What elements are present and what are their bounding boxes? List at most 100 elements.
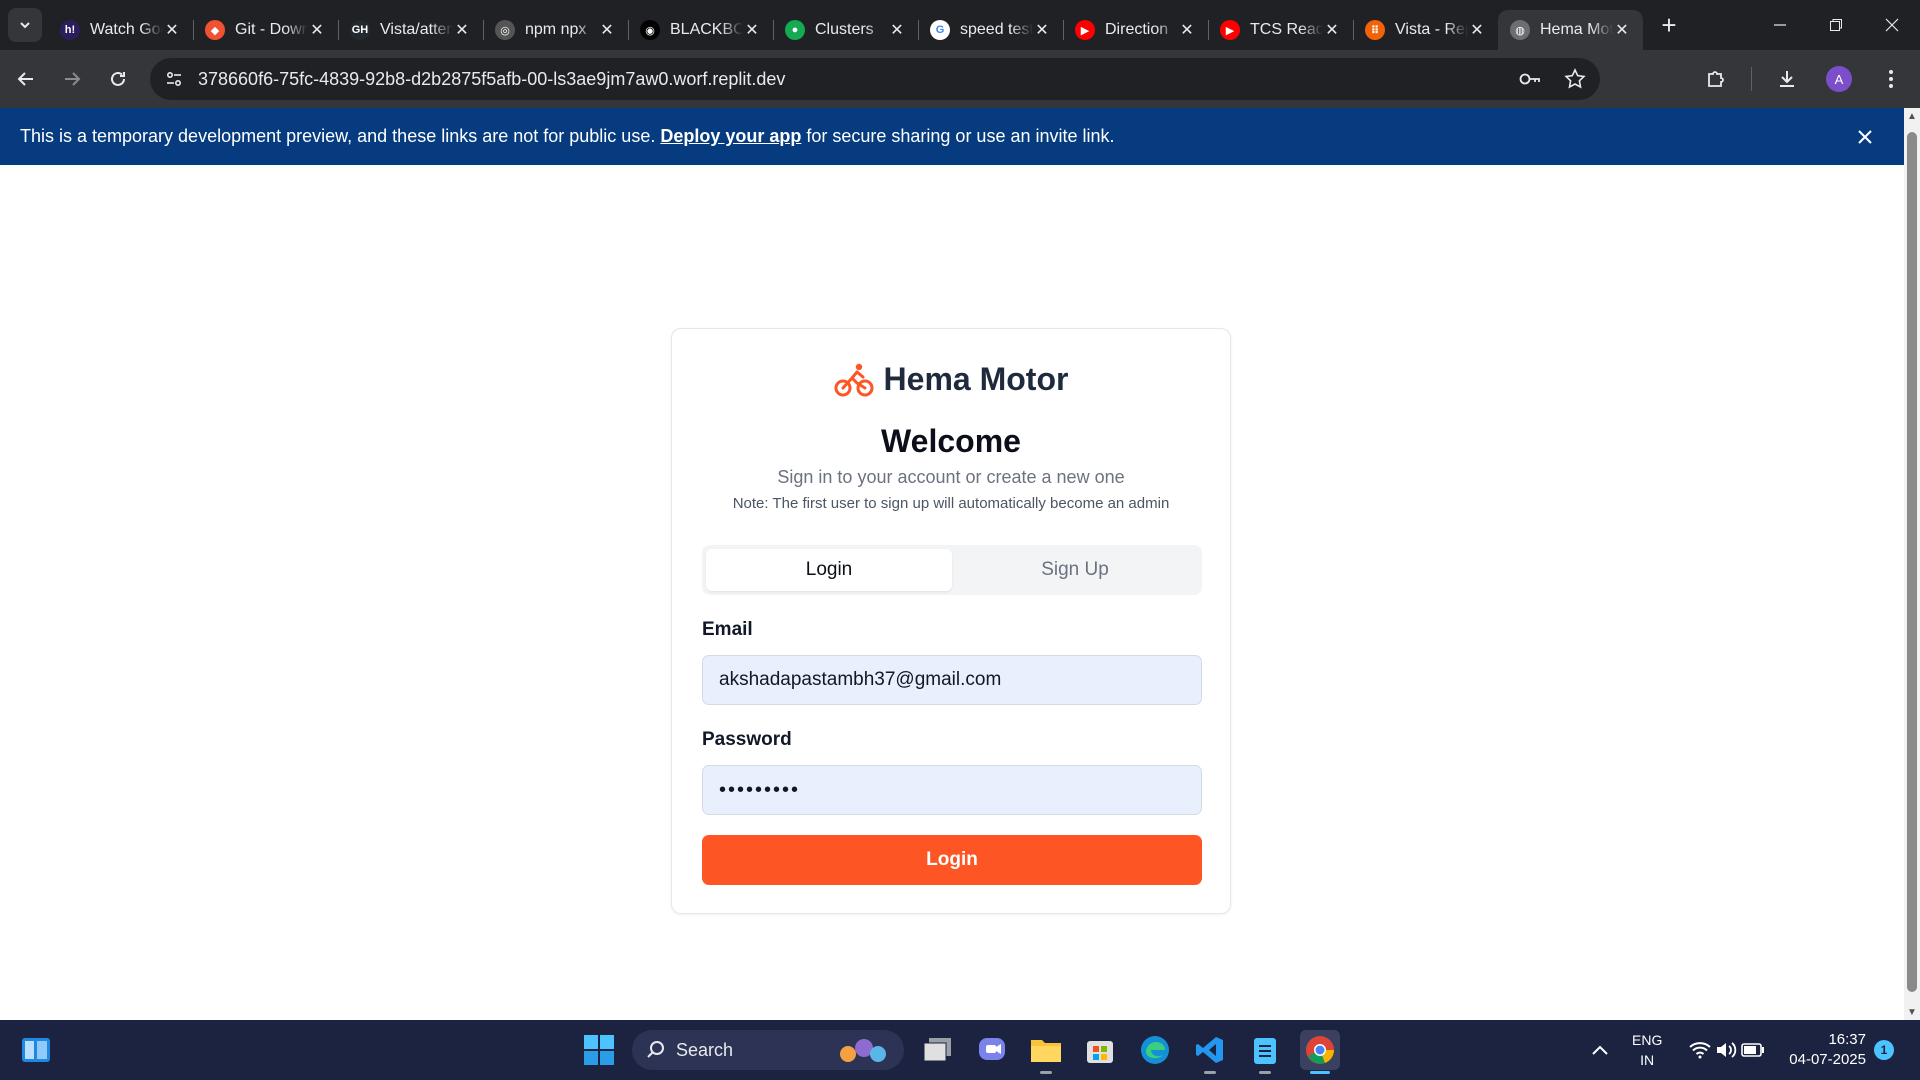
restore-button[interactable] — [1808, 0, 1864, 50]
tab-close-icon[interactable]: ✕ — [453, 21, 471, 39]
microsoft-store-app[interactable] — [1080, 1030, 1120, 1070]
teams-app[interactable] — [972, 1030, 1012, 1070]
scroll-thumb[interactable] — [1907, 132, 1917, 992]
tab-close-icon[interactable]: ✕ — [163, 21, 181, 39]
reload-icon — [111, 71, 125, 86]
extensions-button[interactable] — [1699, 62, 1733, 96]
tab-close-icon[interactable]: ✕ — [1323, 21, 1341, 39]
password-field[interactable]: ••••••••• — [702, 765, 1202, 815]
tab-close-icon[interactable]: ✕ — [888, 21, 906, 39]
tray-overflow-button[interactable] — [1580, 1030, 1620, 1070]
tab-close-icon[interactable]: ✕ — [743, 21, 761, 39]
tab-favicon-icon: ▶ — [1220, 20, 1240, 40]
password-key-icon[interactable] — [1518, 69, 1542, 89]
toolbar-right: A — [1699, 50, 1920, 108]
close-window-button[interactable] — [1864, 0, 1920, 50]
bookmark-star-icon[interactable] — [1564, 68, 1586, 90]
deploy-app-link[interactable]: Deploy your app — [660, 126, 801, 147]
scroll-down-arrow[interactable]: ▼ — [1904, 1004, 1920, 1020]
tab-close-icon[interactable]: ✕ — [1468, 21, 1486, 39]
auth-card: Hema Motor Welcome Sign in to your accou… — [671, 328, 1231, 914]
browser-menu-button[interactable] — [1874, 62, 1908, 96]
browser-tab[interactable]: h! Watch Good Movies✕ — [48, 10, 193, 50]
minimize-button[interactable] — [1752, 0, 1808, 50]
tab-title: Clusters — [815, 21, 874, 38]
clock-date: 04-07-2025 — [1789, 1051, 1866, 1068]
tab-signup[interactable]: Sign Up — [952, 549, 1198, 591]
login-submit-button[interactable]: Login — [702, 835, 1202, 885]
arrow-left-icon — [17, 72, 33, 86]
browser-tab[interactable]: ● Clusters ✕ — [773, 10, 918, 50]
notepad-icon — [1254, 1038, 1276, 1064]
close-icon — [1885, 18, 1899, 32]
notepad-app[interactable] — [1245, 1030, 1285, 1074]
tab-favicon-icon: G — [930, 20, 950, 40]
browser-tab[interactable]: ◎ npm npx ✕ — [483, 10, 628, 50]
site-settings-icon[interactable] — [164, 69, 184, 89]
tab-close-icon[interactable]: ✕ — [308, 21, 326, 39]
tab-close-icon[interactable]: ✕ — [1178, 21, 1196, 39]
edge-app[interactable] — [1135, 1030, 1175, 1070]
widgets-button[interactable] — [16, 1030, 56, 1070]
widgets-icon — [22, 1038, 50, 1062]
url-text[interactable]: 378660f6-75fc-4839-92b8-d2b2875f5afb-00-… — [198, 69, 1518, 90]
tab-favicon-icon: h! — [60, 20, 80, 40]
tab-login[interactable]: Login — [706, 549, 952, 591]
new-tab-button[interactable]: + — [1651, 7, 1687, 43]
banner-text: This is a temporary development preview,… — [20, 126, 656, 146]
file-explorer-app[interactable] — [1026, 1030, 1066, 1074]
bike-logo-icon — [834, 363, 874, 396]
window-controls — [1752, 0, 1920, 50]
notification-badge[interactable]: 1 — [1874, 1040, 1894, 1060]
browser-tab[interactable]: ▶ Direction ✕ — [1063, 10, 1208, 50]
tab-favicon-icon: ◍ — [1510, 20, 1530, 40]
tab-title: Git - Downloads — [235, 21, 308, 38]
email-label: Email — [702, 619, 753, 640]
brand-header: Hema Motor — [672, 361, 1230, 398]
profile-button[interactable]: A — [1822, 62, 1856, 96]
dev-preview-banner: This is a temporary development preview,… — [0, 108, 1904, 165]
task-view-button[interactable] — [918, 1030, 958, 1070]
page-title: Welcome — [881, 423, 1021, 459]
browser-tab[interactable]: GH Vista/attendance✕ — [338, 10, 483, 50]
browser-tab[interactable]: ◍ Hema Motor✕ — [1498, 10, 1643, 50]
active-app-indicator — [1310, 1071, 1330, 1074]
banner-close-button[interactable] — [1852, 124, 1878, 150]
browser-tab[interactable]: Gspeed test ✕ — [918, 10, 1063, 50]
tab-title: Hema Motor — [1540, 21, 1613, 38]
vscode-app[interactable] — [1190, 1030, 1230, 1074]
tab-close-icon[interactable]: ✕ — [598, 21, 616, 39]
browser-tab[interactable]: ▶ TCS Ready✕ — [1208, 10, 1353, 50]
tab-close-icon[interactable]: ✕ — [1033, 21, 1051, 39]
chevron-down-icon — [20, 22, 30, 29]
browser-tab[interactable]: ◆ Git - Downloads✕ — [193, 10, 338, 50]
downloads-button[interactable] — [1770, 62, 1804, 96]
chrome-app[interactable] — [1300, 1030, 1340, 1074]
scroll-up-arrow[interactable]: ▲ — [1904, 108, 1920, 124]
reload-button[interactable] — [98, 59, 138, 99]
folder-icon — [1031, 1040, 1061, 1062]
start-button[interactable] — [579, 1030, 619, 1070]
page-scrollbar[interactable]: ▲ ▼ — [1904, 108, 1920, 1020]
tab-favicon-icon: ⠿ — [1365, 20, 1385, 40]
address-bar[interactable]: 378660f6-75fc-4839-92b8-d2b2875f5afb-00-… — [150, 58, 1600, 100]
forward-button[interactable] — [52, 59, 92, 99]
browser-tabstrip: h!Watch Good Movies✕◆Git - Downloads✕GHV… — [0, 0, 1920, 50]
puzzle-icon — [1708, 71, 1724, 87]
brand-name: Hema Motor — [883, 361, 1069, 397]
taskbar-search[interactable]: Search — [632, 1030, 904, 1070]
email-field[interactable]: akshadapastambh37@gmail.com — [702, 655, 1202, 705]
tab-search-button[interactable] — [8, 8, 42, 42]
input-language[interactable]: ENG IN — [1632, 1030, 1662, 1070]
clock-time: 16:37 — [1828, 1031, 1866, 1048]
tab-close-icon[interactable]: ✕ — [1613, 21, 1631, 39]
system-clock[interactable]: 16:37 04-07-2025 — [1778, 1030, 1866, 1070]
task-view-icon — [923, 1038, 951, 1062]
battery-button[interactable] — [1733, 1030, 1773, 1070]
back-button[interactable] — [6, 59, 46, 99]
password-label: Password — [702, 729, 792, 750]
browser-tab[interactable]: ◉ BLACKBOX✕ — [628, 10, 773, 50]
vscode-icon — [1196, 1037, 1223, 1063]
browser-tab[interactable]: ⠿ Vista - Replit✕ — [1353, 10, 1498, 50]
tab-list: h!Watch Good Movies✕◆Git - Downloads✕GHV… — [48, 0, 1643, 50]
